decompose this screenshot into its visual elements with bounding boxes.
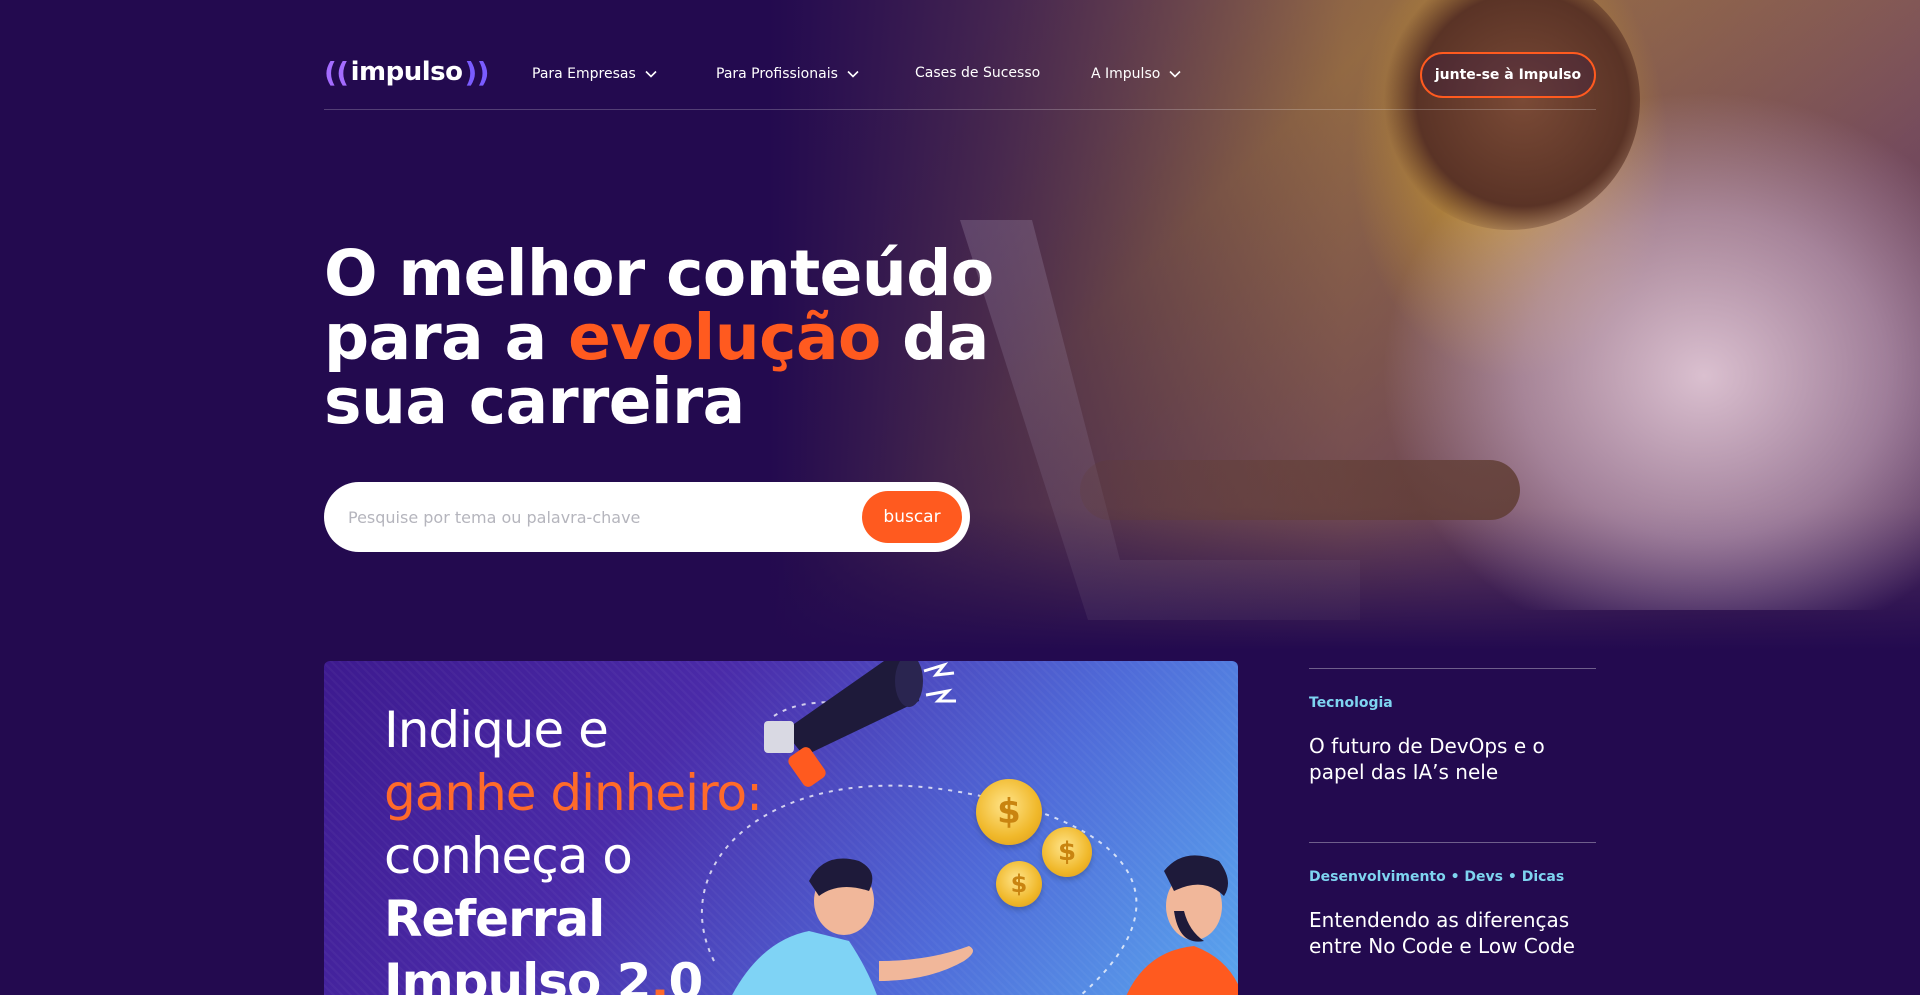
site-header: (( impulso )) Para Empresas Para Profiss… [324, 52, 1596, 110]
list-item[interactable]: Desenvolvimento • Devs • Dicas Entendend… [1309, 842, 1596, 995]
article-tag[interactable]: Desenvolvimento • Devs • Dicas [1309, 869, 1596, 885]
headline-line-3: sua carreira [324, 365, 745, 438]
headline-line-2-post: da [880, 301, 989, 374]
featured-line-5: Impulso 2.0 [384, 951, 762, 995]
logo-right-waves-icon: )) [464, 55, 490, 89]
featured-line-4: Referral [384, 890, 605, 948]
list-item[interactable]: Tecnologia O futuro de DevOps e o papel … [1309, 668, 1596, 842]
article-list: Tecnologia O futuro de DevOps e o papel … [1309, 668, 1596, 995]
impulso-logo[interactable]: (( impulso )) [324, 55, 490, 89]
chevron-down-icon [1169, 70, 1181, 78]
megaphone-icon [764, 661, 956, 787]
nav-para-profissionais[interactable]: Para Profissionais [716, 66, 860, 82]
search-input[interactable] [348, 502, 818, 532]
featured-line-5-pre: Impulso 2 [384, 953, 652, 995]
logo-left-waves-icon: (( [324, 55, 349, 89]
person-illustration-right [1126, 855, 1238, 995]
featured-line-5-post: 0 [668, 953, 704, 995]
nav-label: Para Empresas [532, 66, 636, 82]
nav-a-impulso[interactable]: A Impulso [1091, 66, 1182, 82]
headline-line-1: O melhor conteúdo [324, 237, 994, 310]
article-title[interactable]: Entendendo as diferenças entre No Code e… [1309, 907, 1596, 959]
nav-cases-de-sucesso[interactable]: Cases de Sucesso [915, 65, 1040, 81]
featured-line-5-dot: . [650, 953, 670, 995]
coin-icon: $ [1042, 827, 1092, 877]
hero-photo-arm [1080, 460, 1520, 520]
join-impulso-button[interactable]: junte-se à Impulso [1420, 52, 1596, 98]
search-bar: buscar [324, 482, 970, 552]
person-illustration-left [732, 858, 973, 995]
featured-article-text: Indique e ganhe dinheiro: conheça o Refe… [384, 699, 763, 995]
logo-wordmark: impulso [350, 57, 463, 87]
article-title[interactable]: O futuro de DevOps e o papel das IA’s ne… [1309, 733, 1596, 785]
featured-line-1: Indique e [384, 701, 609, 759]
featured-article-card[interactable]: $ $ $ Indique e ganhe dinheiro: conheça … [324, 661, 1238, 995]
coin-icon: $ [996, 861, 1042, 907]
headline-line-2-pre: para a [324, 301, 569, 374]
nav-label: Cases de Sucesso [915, 65, 1041, 81]
headline-accent-word: evolução [568, 301, 881, 374]
chevron-down-icon [847, 70, 859, 78]
chevron-down-icon [645, 70, 657, 78]
featured-line-2: ganhe dinheiro: [384, 764, 763, 822]
hero-headline: O melhor conteúdo para a evolução da sua… [324, 242, 1044, 434]
featured-line-3: conheça o [384, 827, 633, 885]
article-tag[interactable]: Tecnologia [1309, 695, 1596, 711]
nav-label: A Impulso [1091, 66, 1161, 82]
search-button[interactable]: buscar [862, 491, 962, 543]
coin-icon: $ [976, 779, 1042, 845]
nav-para-empresas[interactable]: Para Empresas [532, 66, 658, 82]
nav-label: Para Profissionais [716, 66, 838, 82]
